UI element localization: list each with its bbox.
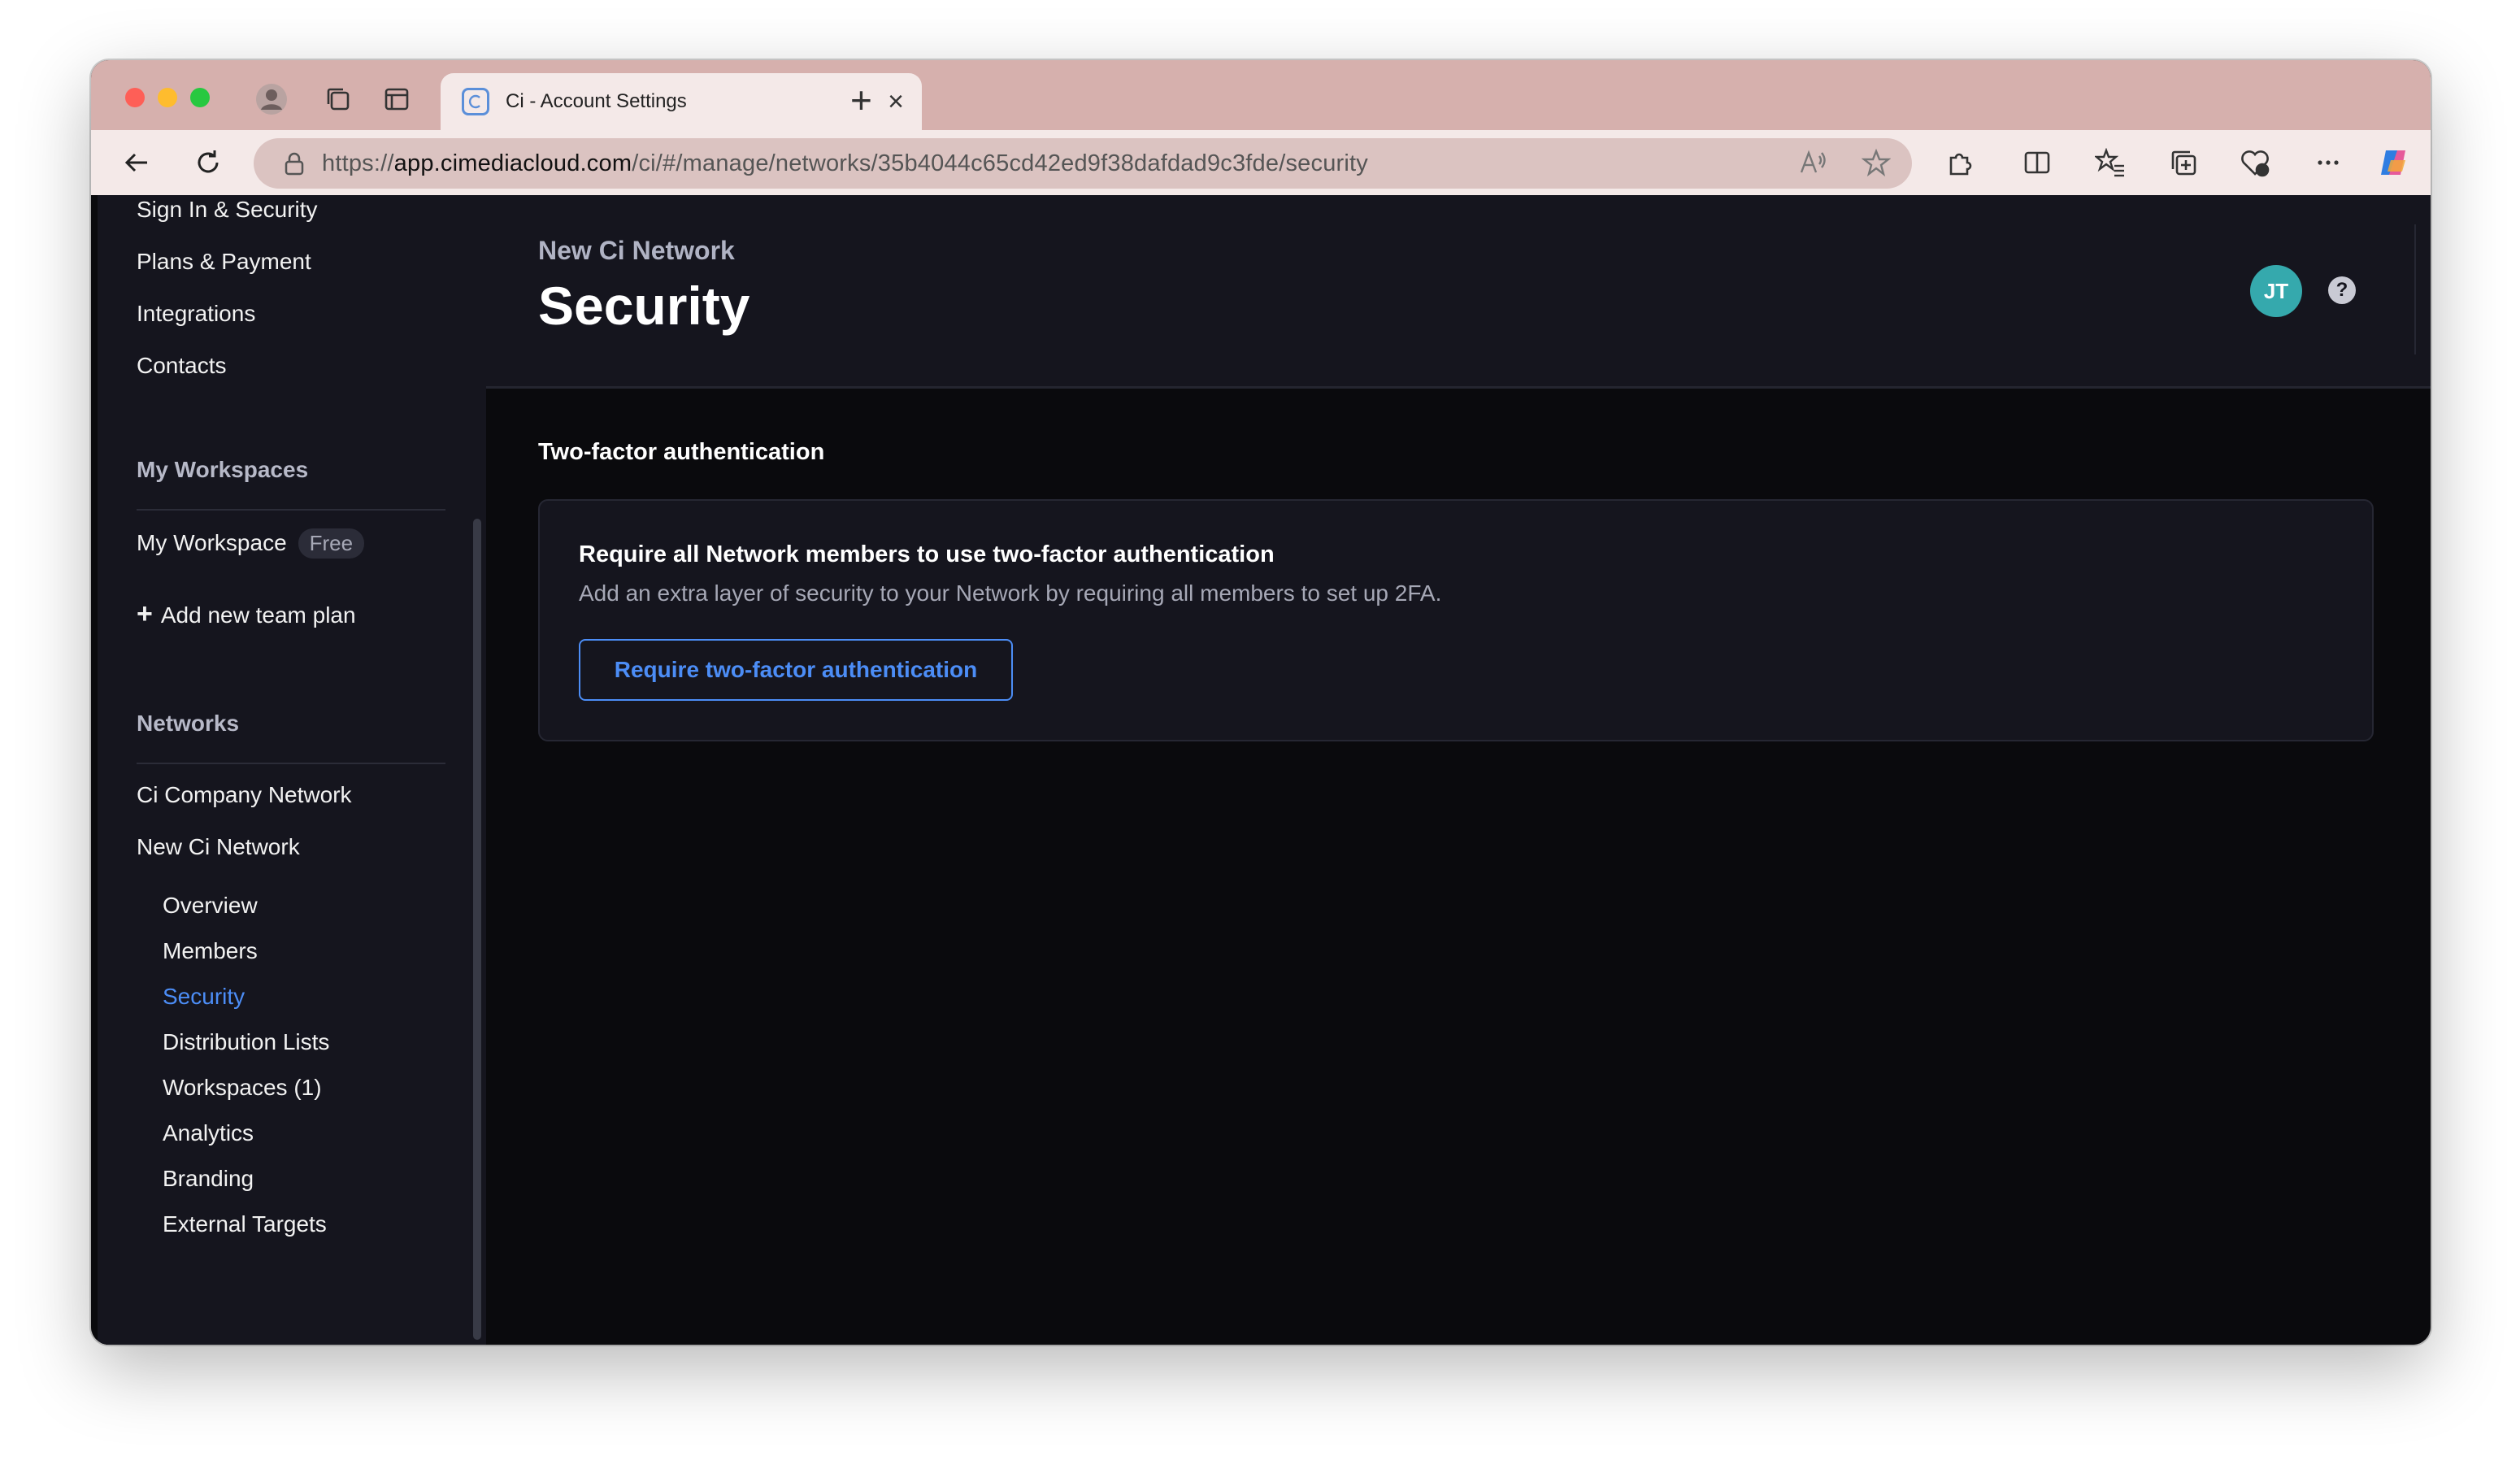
collections-icon[interactable] — [2166, 145, 2201, 180]
browser-toolbar: https://app.cimediacloud.com/ci/#/manage… — [91, 130, 2431, 195]
add-team-plan-button[interactable]: + Add new team plan — [137, 598, 356, 630]
tab-title: Ci - Account Settings — [506, 90, 687, 112]
page-content: Sign In & Security Plans & Payment Integ… — [91, 195, 2431, 1345]
two-factor-card-description: Add an extra layer of security to your N… — [579, 580, 1442, 606]
page-header: New Ci Network Security JT ? — [486, 195, 2431, 389]
sidebar-subitem-members[interactable]: Members — [163, 938, 258, 964]
favorite-star-icon[interactable] — [1858, 145, 1894, 180]
more-options-icon[interactable] — [2310, 145, 2346, 180]
settings-sidebar: Sign In & Security Plans & Payment Integ… — [98, 195, 486, 1345]
breadcrumb[interactable]: New Ci Network — [538, 236, 735, 266]
sidebar-item-ci-company-network[interactable]: Ci Company Network — [137, 782, 352, 808]
lock-icon[interactable] — [283, 151, 306, 176]
sidebar-subitem-distribution-lists[interactable]: Distribution Lists — [163, 1029, 329, 1055]
tab-close-icon[interactable]: × — [888, 88, 904, 115]
copilot-icon[interactable] — [2377, 145, 2413, 180]
url-host: app.cimediacloud.com — [393, 150, 632, 176]
close-window-button[interactable] — [125, 88, 145, 107]
favorites-list-icon[interactable] — [2092, 145, 2128, 180]
networks-heading: Networks — [137, 711, 240, 736]
two-factor-card: Require all Network members to use two-f… — [538, 499, 2374, 741]
browser-window: Ci - Account Settings × + https://app.ci… — [91, 60, 2431, 1345]
address-bar[interactable]: https://app.cimediacloud.com/ci/#/manage… — [254, 138, 1912, 189]
maximize-window-button[interactable] — [190, 88, 210, 107]
url-prefix: https:// — [322, 150, 394, 176]
sidebar-scrollbar[interactable] — [473, 519, 481, 1340]
workspaces-icon[interactable] — [322, 83, 354, 115]
two-factor-section-title: Two-factor authentication — [538, 439, 825, 465]
sidebar-item-my-workspace[interactable]: My Workspace Free — [137, 528, 365, 559]
add-team-plan-label: Add new team plan — [160, 602, 356, 628]
help-icon[interactable]: ? — [2328, 276, 2356, 304]
browser-essentials-icon[interactable] — [2237, 145, 2273, 180]
avatar[interactable]: JT — [2250, 265, 2302, 317]
sidebar-subitem-analytics[interactable]: Analytics — [163, 1120, 254, 1146]
ci-favicon-icon — [462, 88, 489, 115]
sidebar-item-integrations[interactable]: Integrations — [137, 301, 255, 327]
header-divider — [2414, 224, 2416, 354]
tab-actions-icon[interactable] — [380, 83, 413, 115]
workspace-name: My Workspace — [137, 530, 287, 555]
main-panel: New Ci Network Security JT ? Two-factor … — [486, 195, 2431, 1345]
profile-icon[interactable] — [255, 83, 288, 115]
require-2fa-button[interactable]: Require two-factor authentication — [579, 639, 1013, 701]
sidebar-subitem-branding[interactable]: Branding — [163, 1166, 254, 1192]
page-title: Security — [538, 276, 750, 336]
minimize-window-button[interactable] — [158, 88, 177, 107]
sidebar-subitem-external-targets[interactable]: External Targets — [163, 1211, 327, 1237]
extensions-icon[interactable] — [1941, 145, 1977, 180]
networks-divider — [137, 763, 445, 764]
url-text[interactable]: https://app.cimediacloud.com/ci/#/manage… — [322, 150, 1368, 177]
reload-icon[interactable] — [190, 145, 226, 180]
url-path: /ci/#/manage/networks/35b4044c65cd42ed9f… — [632, 150, 1368, 176]
workspaces-divider — [137, 509, 445, 511]
read-aloud-icon[interactable] — [1795, 145, 1831, 180]
sidebar-item-sign-in-security[interactable]: Sign In & Security — [137, 197, 318, 223]
sidebar-subitem-security[interactable]: Security — [163, 984, 245, 1010]
workspaces-heading: My Workspaces — [137, 457, 309, 482]
sidebar-subitem-overview[interactable]: Overview — [163, 893, 258, 919]
plan-badge: Free — [298, 528, 365, 559]
sidebar-item-plans-payment[interactable]: Plans & Payment — [137, 249, 311, 275]
new-tab-icon[interactable]: + — [850, 81, 872, 119]
two-factor-card-title: Require all Network members to use two-f… — [579, 541, 1275, 567]
sidebar-item-new-ci-network[interactable]: New Ci Network — [137, 834, 300, 860]
sidebar-item-contacts[interactable]: Contacts — [137, 353, 227, 379]
sidebar-subitem-workspaces[interactable]: Workspaces (1) — [163, 1075, 322, 1101]
back-arrow-icon[interactable] — [119, 145, 154, 180]
tab-strip: Ci - Account Settings × + — [91, 60, 2431, 130]
plus-icon: + — [137, 598, 153, 629]
split-screen-icon[interactable] — [2019, 145, 2055, 180]
